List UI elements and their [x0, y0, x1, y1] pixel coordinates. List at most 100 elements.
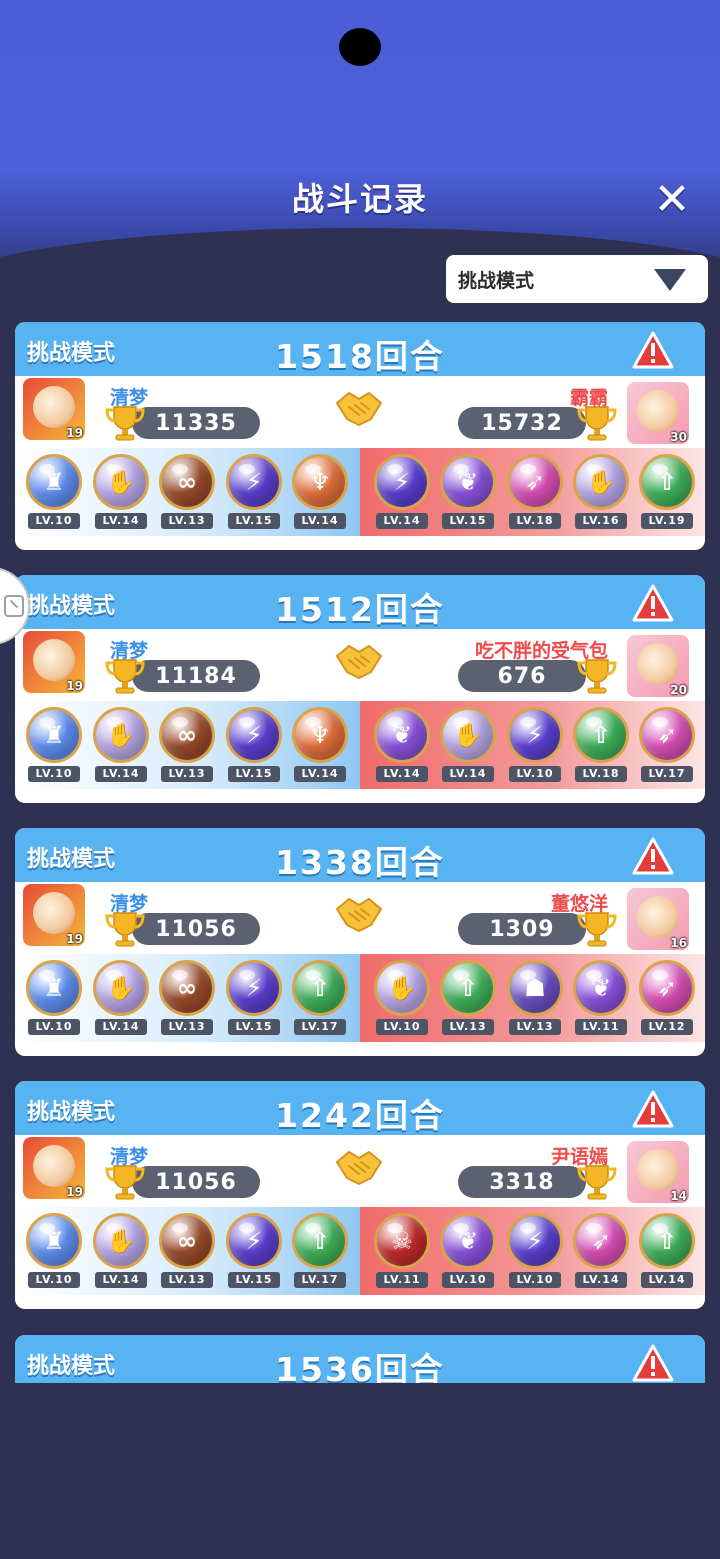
player-avatar[interactable]: 16: [627, 888, 689, 950]
skill-orb[interactable]: ⚡ LV.10: [505, 703, 565, 787]
skill-orb[interactable]: ⇧ LV.19: [637, 450, 697, 534]
skill-level: LV.17: [294, 1272, 346, 1288]
trophy-icon: [577, 912, 617, 947]
left-trophy-score: 11056: [132, 1166, 260, 1198]
player-avatar[interactable]: 19: [23, 631, 85, 693]
avatar-image: [637, 390, 679, 432]
skill-orb[interactable]: ✋ LV.16: [571, 450, 631, 534]
skill-orb[interactable]: ♜ LV.10: [24, 1209, 84, 1293]
skill-level: LV.14: [442, 766, 494, 782]
mode-filter-dropdown[interactable]: 挑战模式: [446, 255, 708, 303]
handshake-icon: [336, 645, 382, 679]
report-warning-icon[interactable]: [632, 836, 674, 876]
report-warning-icon[interactable]: [632, 1089, 674, 1129]
skill-orb[interactable]: ✋ LV.14: [438, 703, 498, 787]
skill-orb[interactable]: ⇧ LV.14: [637, 1209, 697, 1293]
battle-record-card[interactable]: 挑战模式 1512回合 19 20 清梦 吃不胖的受气包 11184 676 ♜ LV.10 ✋ LV…: [15, 575, 705, 803]
dropdown-arrow-icon: [654, 269, 686, 291]
skill-level: LV.14: [376, 766, 428, 782]
skill-orb[interactable]: ✋ LV.14: [91, 450, 151, 534]
skill-orb[interactable]: ✋ LV.14: [91, 703, 151, 787]
skill-orb[interactable]: ➶ LV.14: [571, 1209, 631, 1293]
skill-icon: ❦: [573, 960, 629, 1016]
skill-level: LV.10: [509, 1272, 561, 1288]
skill-level: LV.15: [228, 513, 280, 529]
player-avatar[interactable]: 14: [627, 1141, 689, 1203]
skill-orb[interactable]: ♜ LV.10: [24, 703, 84, 787]
skill-icon: ☗: [507, 960, 563, 1016]
avatar-level: 20: [670, 683, 687, 697]
skill-orb[interactable]: ✋ LV.10: [372, 956, 432, 1040]
battle-record-card[interactable]: 挑战模式 1242回合 19 14 清梦 尹语嫣 11056 3318 ♜ LV.10 ✋ LV.14…: [15, 1081, 705, 1309]
skill-icon: ♆: [292, 707, 348, 763]
skill-icon: ✋: [93, 454, 149, 510]
record-rounds: 1512回合: [275, 590, 445, 629]
skill-level: LV.10: [28, 513, 80, 529]
skill-icon: ⇧: [440, 960, 496, 1016]
skill-orb[interactable]: ✋ LV.14: [91, 1209, 151, 1293]
skill-icon: ∞: [159, 960, 215, 1016]
skill-orb[interactable]: ➶ LV.18: [505, 450, 565, 534]
skill-orb[interactable]: ✋ LV.14: [91, 956, 151, 1040]
player-avatar[interactable]: 30: [627, 382, 689, 444]
trophy-icon: [105, 659, 145, 694]
skill-icon: ⚡: [226, 454, 282, 510]
skill-orb[interactable]: ⚡ LV.15: [224, 956, 284, 1040]
skill-orb[interactable]: ☗ LV.13: [505, 956, 565, 1040]
skill-orb[interactable]: ⚡ LV.15: [224, 1209, 284, 1293]
skill-orb[interactable]: ⚡ LV.14: [372, 450, 432, 534]
skill-orb[interactable]: ⇧ LV.17: [290, 1209, 350, 1293]
trophy-icon: [105, 1165, 145, 1200]
skill-orb[interactable]: ∞ LV.13: [157, 956, 217, 1040]
battle-record-card[interactable]: 挑战模式 1338回合 19 16 清梦 董悠洋 11056 1309 ♜ LV.10 ✋ LV.14…: [15, 828, 705, 1056]
battle-record-card[interactable]: 挑战模式 1518回合 19 30 清梦 霸霸 11335 15732 ♜ LV.10 ✋ LV.14…: [15, 322, 705, 550]
skill-level: LV.13: [161, 513, 213, 529]
skill-orb[interactable]: ∞ LV.13: [157, 1209, 217, 1293]
player-avatar[interactable]: 19: [23, 378, 85, 440]
skill-level: LV.10: [509, 766, 561, 782]
skill-orb[interactable]: ⇧ LV.17: [290, 956, 350, 1040]
skill-level: LV.14: [294, 513, 346, 529]
skill-orb[interactable]: ☠ LV.11: [372, 1209, 432, 1293]
skill-orb[interactable]: ♜ LV.10: [24, 956, 84, 1040]
skill-orb[interactable]: ♆ LV.14: [290, 450, 350, 534]
skill-level: LV.15: [228, 1019, 280, 1035]
avatar-image: [33, 386, 75, 428]
player-avatar[interactable]: 19: [23, 884, 85, 946]
skill-orb[interactable]: ➶ LV.17: [637, 703, 697, 787]
skill-level: LV.14: [95, 513, 147, 529]
skill-orb[interactable]: ❦ LV.14: [372, 703, 432, 787]
skill-level: LV.14: [575, 1272, 627, 1288]
skill-orb[interactable]: ∞ LV.13: [157, 450, 217, 534]
report-warning-icon[interactable]: [632, 330, 674, 370]
skill-level: LV.12: [641, 1019, 693, 1035]
battle-record-card[interactable]: 挑战模式 1536回合: [15, 1335, 705, 1383]
skill-icon: ☠: [374, 1213, 430, 1269]
skill-orb[interactable]: ⚡ LV.10: [505, 1209, 565, 1293]
report-warning-icon[interactable]: [632, 583, 674, 623]
skill-icon: ∞: [159, 707, 215, 763]
avatar-image: [33, 1145, 75, 1187]
skill-orb[interactable]: ∞ LV.13: [157, 703, 217, 787]
skill-orb[interactable]: ⚡ LV.15: [224, 450, 284, 534]
skill-orb[interactable]: ⇧ LV.18: [571, 703, 631, 787]
player-avatar[interactable]: 20: [627, 635, 689, 697]
skill-orb[interactable]: ♜ LV.10: [24, 450, 84, 534]
skill-orb[interactable]: ❦ LV.10: [438, 1209, 498, 1293]
skill-level: LV.18: [509, 513, 561, 529]
report-warning-icon[interactable]: [632, 1343, 674, 1383]
handshake-icon: [336, 392, 382, 426]
skill-orb[interactable]: ⚡ LV.15: [224, 703, 284, 787]
close-button[interactable]: ✕: [650, 178, 694, 222]
skill-orb[interactable]: ➶ LV.12: [637, 956, 697, 1040]
skill-orb[interactable]: ⇧ LV.13: [438, 956, 498, 1040]
skill-orb[interactable]: ♆ LV.14: [290, 703, 350, 787]
skill-level: LV.14: [95, 766, 147, 782]
skill-orb[interactable]: ❦ LV.15: [438, 450, 498, 534]
trophy-icon: [577, 659, 617, 694]
skill-orb[interactable]: ❦ LV.11: [571, 956, 631, 1040]
skill-icon: ✋: [93, 707, 149, 763]
skill-icon: ➶: [639, 707, 695, 763]
skill-level: LV.14: [95, 1272, 147, 1288]
player-avatar[interactable]: 19: [23, 1137, 85, 1199]
